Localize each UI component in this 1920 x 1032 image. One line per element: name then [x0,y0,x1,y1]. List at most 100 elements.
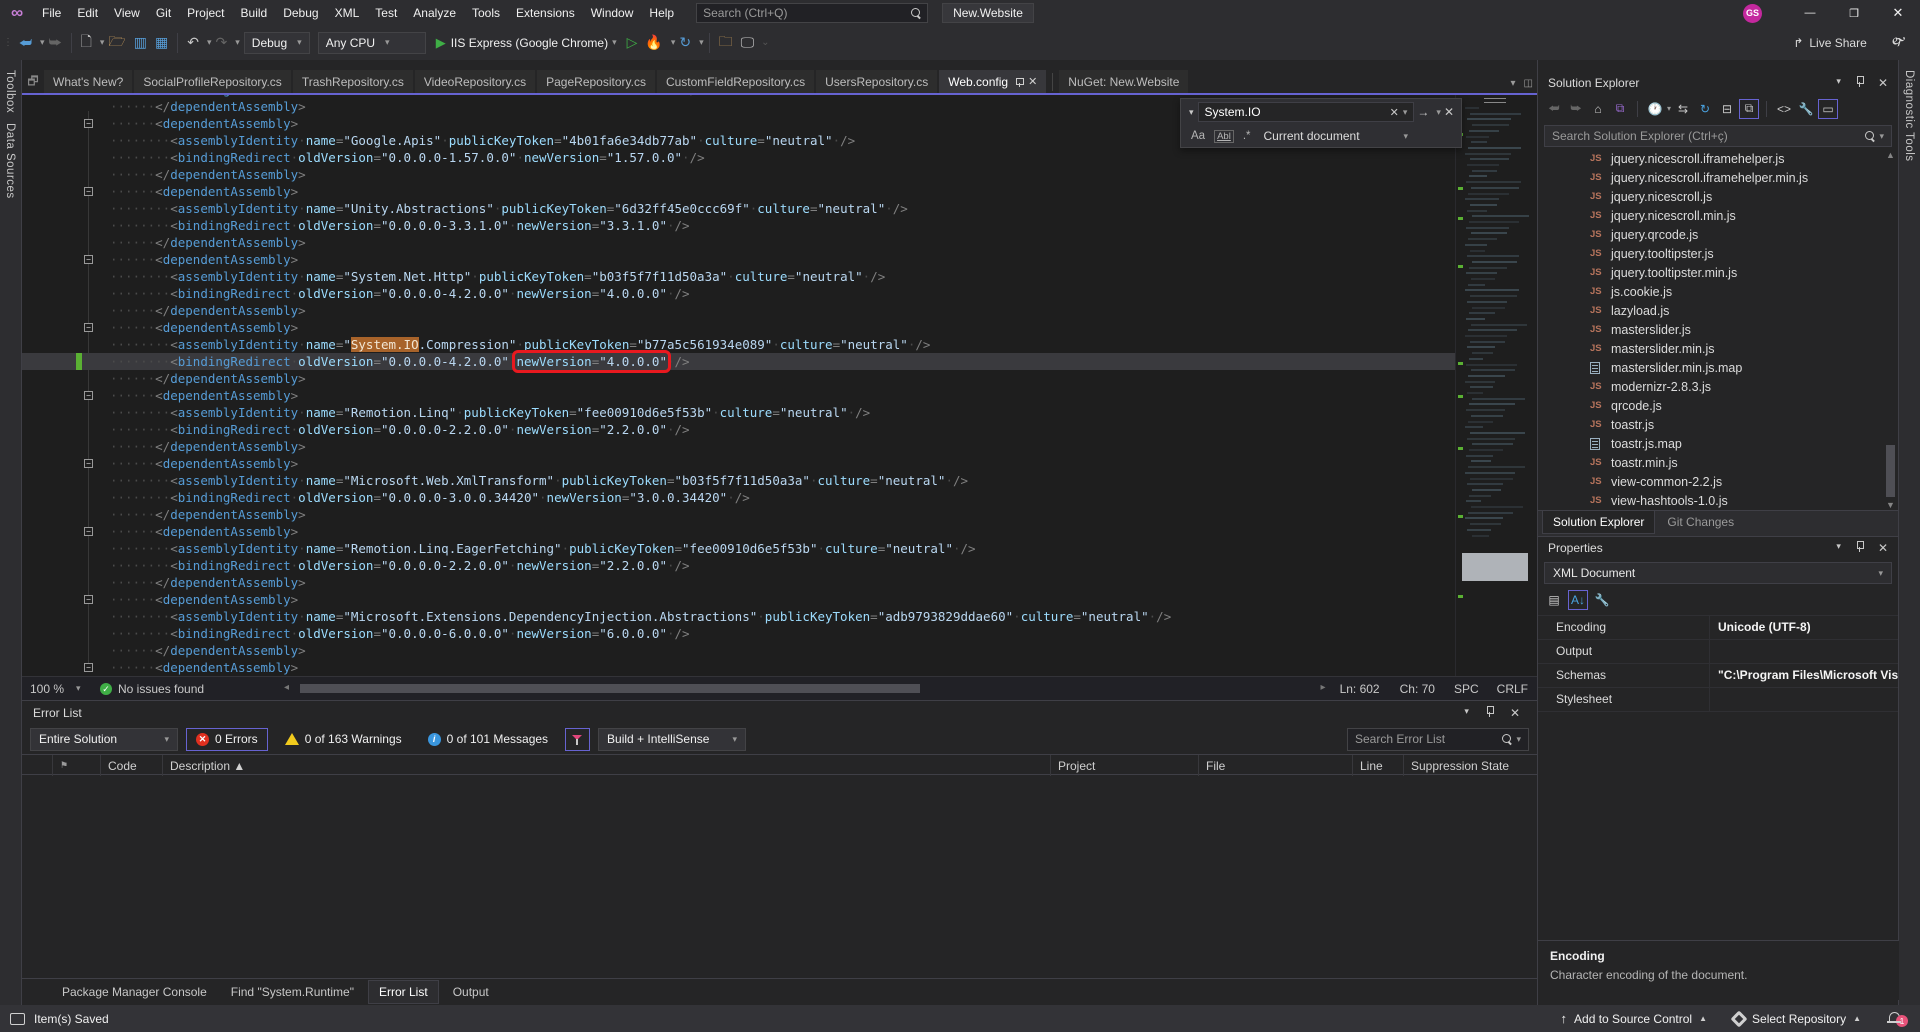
code-line[interactable]: −······<dependentAssembly> [22,591,1455,608]
scroll-down-icon[interactable]: ▼ [1884,500,1897,510]
zoom-level-combo[interactable]: 100 %▾ [22,682,100,696]
tab-web-config[interactable]: Web.config✕ [939,70,1046,93]
solution-platforms-combo[interactable]: Any CPU▾ [318,32,426,54]
code-line[interactable]: ········<assemblyIdentity·name="System.N… [22,268,1455,285]
menu-edit[interactable]: Edit [69,2,106,24]
float-window-icon[interactable]: ◫ [1524,78,1533,89]
code-line[interactable]: ········<assemblyIdentity·name="Remotion… [22,540,1455,557]
code-line[interactable]: −······<dependentAssembly> [22,659,1455,676]
tab-videorepository-cs[interactable]: VideoRepository.cs [415,70,535,93]
property-value[interactable]: "C:\Program Files\Microsoft Vis [1710,664,1898,687]
toolbox-tab[interactable]: Toolbox [4,70,16,113]
code-line[interactable]: ······</dependentAssembly> [22,438,1455,455]
back-icon[interactable]: ⮨ [1544,99,1564,119]
restart-dropdown[interactable]: ▾ [699,37,704,48]
error-scope-combo[interactable]: Entire Solution▾ [30,728,178,751]
code-line[interactable]: −······<dependentAssembly> [22,319,1455,336]
tab-usersrepository-cs[interactable]: UsersRepository.cs [816,70,937,93]
menu-xml[interactable]: XML [327,2,368,24]
menu-file[interactable]: File [34,2,69,24]
diagnostic-tools-tab[interactable]: Diagnostic Tools [1903,70,1915,162]
solution-explorer-search-input[interactable]: Search Solution Explorer (Ctrl+ç) ▾ [1544,125,1892,147]
undo-icon[interactable]: ↶ [183,34,203,51]
pin-icon[interactable] [1855,541,1864,552]
find-scope-combo[interactable]: Current document ▾ [1263,129,1408,143]
tree-item[interactable]: JSview-common-2.2.js [1538,472,1898,491]
refresh-icon[interactable]: ↻ [1695,99,1715,119]
menu-build[interactable]: Build [233,2,276,24]
code-line[interactable]: ······</dependentAssembly> [22,642,1455,659]
scroll-left-icon[interactable]: ◂ [284,682,289,693]
panel-tab-error-list[interactable]: Error List [368,980,439,1004]
horizontal-scrollbar[interactable]: ◂ ▸ [260,677,1330,700]
severity-column-icon[interactable]: ⚑ [52,755,76,776]
close-panel-icon[interactable]: ✕ [1878,76,1888,90]
errors-toggle[interactable]: ✕ 0 Errors [186,728,268,751]
notifications-bell-icon[interactable]: 1 [1887,1011,1902,1026]
tree-item[interactable]: JSjs.cookie.js [1538,282,1898,301]
code-line[interactable]: −······<dependentAssembly> [22,387,1455,404]
panel-tab-git-changes[interactable]: Git Changes [1657,511,1744,533]
categorized-icon[interactable]: ▤ [1544,590,1564,610]
column-header-suppression-state[interactable]: Suppression State [1403,755,1543,776]
property-pages-icon[interactable]: 🔧 [1592,590,1612,610]
code-line[interactable]: −······<dependentAssembly> [22,523,1455,540]
properties-wrench-icon[interactable]: 🔧 [1796,99,1816,119]
panel-tab-solution-explorer[interactable]: Solution Explorer [1542,511,1655,534]
property-row[interactable]: Stylesheet [1538,688,1898,712]
tree-item[interactable]: JSjquery.nicescroll.iframehelper.min.js [1538,168,1898,187]
close-tab-icon[interactable]: ✕ [1028,75,1037,88]
column-header-file[interactable]: File [1198,755,1338,776]
code-line[interactable]: −······<dependentAssembly> [22,455,1455,472]
menu-test[interactable]: Test [367,2,405,24]
code-line[interactable]: ········<bindingRedirect·oldVersion="0.0… [22,285,1455,302]
code-line[interactable]: ········<bindingRedirect·oldVersion="0.0… [22,149,1455,166]
save-all-icon[interactable]: ▦ [151,34,172,51]
code-line[interactable]: ······</dependentAssembly> [22,506,1455,523]
close-button[interactable]: ✕ [1876,0,1920,26]
property-value[interactable]: Unicode (UTF-8) [1710,616,1898,639]
tab-customfieldrepository-cs[interactable]: CustomFieldRepository.cs [657,70,814,93]
fold-collapse-icon[interactable]: − [84,187,93,196]
collapse-all-icon[interactable]: ⊟ [1717,99,1737,119]
property-value[interactable] [1710,640,1898,663]
fold-collapse-icon[interactable]: − [84,255,93,264]
property-row[interactable]: EncodingUnicode (UTF-8) [1538,616,1898,640]
package-manager-icon[interactable]: 🗀 [715,31,737,55]
tree-item[interactable]: JSmodernizr-2.8.3.js [1538,377,1898,396]
messages-toggle[interactable]: i 0 of 101 Messages [419,728,557,751]
find-expand-icon[interactable]: ▾ [1189,107,1194,118]
account-avatar[interactable]: GS [1743,4,1762,23]
tree-item[interactable]: JStoastr.js [1538,415,1898,434]
window-position-dropdown-icon[interactable]: ▾ [1836,541,1841,555]
code-line[interactable]: ········<bindingRedirect·oldVersion="0.0… [22,557,1455,574]
tree-item[interactable]: JSjquery.tooltipster.js [1538,244,1898,263]
live-share-button[interactable]: ↱ Live Share 🙱 [1793,32,1906,53]
tree-scroll-thumb[interactable] [1886,445,1895,497]
code-line[interactable]: ······</dependentAssembly> [22,234,1455,251]
tree-item[interactable]: masterslider.min.js.map [1538,358,1898,377]
code-line[interactable]: −······<dependentAssembly> [22,251,1455,268]
panel-tab-package-manager-console[interactable]: Package Manager Console [52,981,217,1003]
restore-button[interactable]: ❐ [1832,0,1876,26]
find-next-icon[interactable]: → [1417,105,1429,119]
insert-mode-indicator[interactable]: SPC [1445,679,1488,699]
error-list-body[interactable] [22,776,1537,973]
menu-view[interactable]: View [106,2,148,24]
show-all-files-toggle[interactable]: ⧉ [1739,99,1759,119]
property-value[interactable] [1710,688,1898,711]
menu-project[interactable]: Project [179,2,232,24]
code-line[interactable]: ······</dependentAssembly> [22,370,1455,387]
code-editor[interactable]: ········<bindingRedirect·oldVersion="0.0… [22,95,1537,676]
navigate-back-icon[interactable]: ⮨ [15,34,36,51]
alphabetical-sort-icon[interactable]: A↓ [1568,590,1588,610]
tab-what-s-new-[interactable]: What's New? [44,70,132,93]
window-position-dropdown-icon[interactable]: ▾ [1464,706,1469,720]
menu-tools[interactable]: Tools [464,2,508,24]
run-target-dropdown[interactable]: ▾ [612,37,617,48]
browser-link-icon[interactable]: 🖵 [737,34,759,51]
close-panel-icon[interactable]: ✕ [1510,706,1520,720]
new-file-icon[interactable]: 🗋 [77,31,96,55]
hot-reload-icon[interactable]: 🔥 [641,34,666,51]
health-indicator[interactable]: ✓ No issues found [100,682,260,696]
